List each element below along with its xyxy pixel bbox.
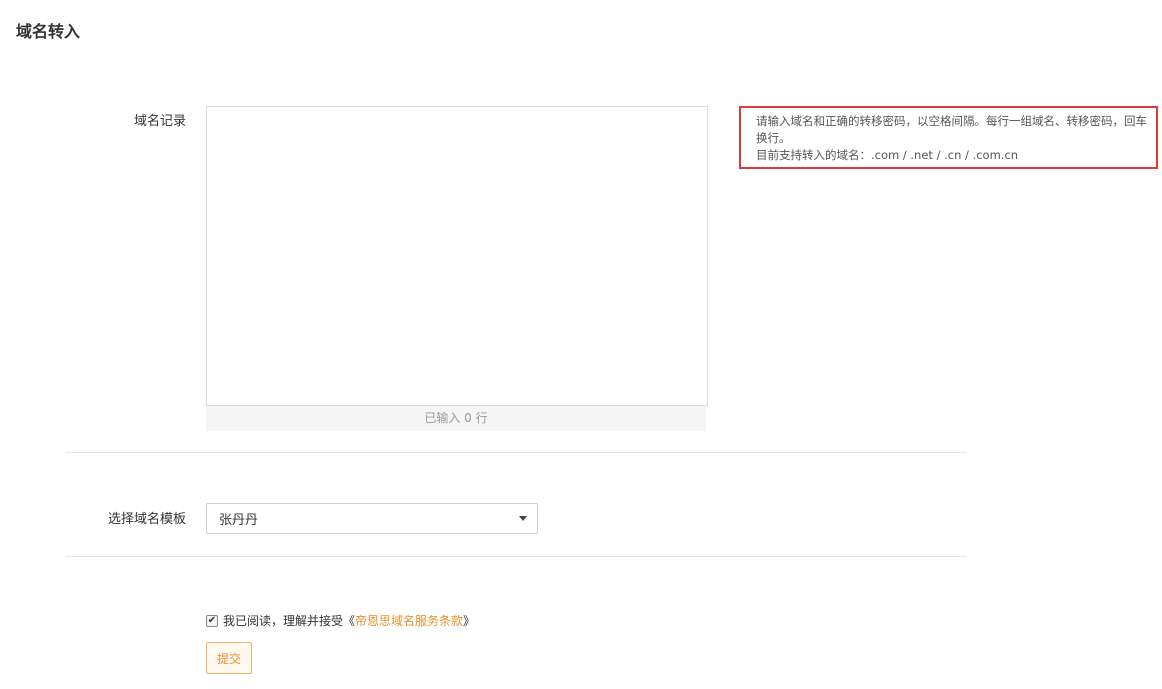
page-title: 域名转入 <box>16 22 81 41</box>
section-divider <box>66 452 966 453</box>
submit-button[interactable]: 提交 <box>206 642 252 674</box>
agreement-row: ✔ 我已阅读，理解并接受 《 帝恩思域名服务条款 》 <box>206 612 475 629</box>
domain-hint-box: 请输入域名和正确的转移密码，以空格间隔。每行一组域名、转移密码，回车换行。 目前… <box>739 106 1158 169</box>
domain-template-selected-value: 张丹丹 <box>219 513 259 528</box>
hint-supported-tlds-text: 目前支持转入的域名：.com / .net / .cn / .com.cn <box>756 148 1019 162</box>
domain-records-label: 域名记录 <box>133 114 186 129</box>
agreement-open-quote: 《 <box>343 614 356 628</box>
agreement-prefix-text: 我已阅读，理解并接受 <box>223 614 344 628</box>
hint-instruction-text: 请输入域名和正确的转移密码，以空格间隔。每行一组域名、转移密码，回车换行。 <box>756 114 1147 145</box>
line-count-indicator: 已输入 0 行 <box>206 406 706 431</box>
domain-records-textarea[interactable] <box>206 106 708 406</box>
agreement-close-quote: 》 <box>463 614 476 628</box>
section-divider <box>66 556 966 557</box>
domain-template-select[interactable]: 张丹丹 <box>206 503 538 534</box>
chevron-down-icon <box>519 516 527 521</box>
domain-template-label: 选择域名模板 <box>107 512 186 527</box>
terms-of-service-link[interactable]: 帝恩思域名服务条款 <box>355 612 463 629</box>
agreement-checkbox[interactable]: ✔ <box>206 614 218 627</box>
checkmark-icon: ✔ <box>207 614 217 626</box>
